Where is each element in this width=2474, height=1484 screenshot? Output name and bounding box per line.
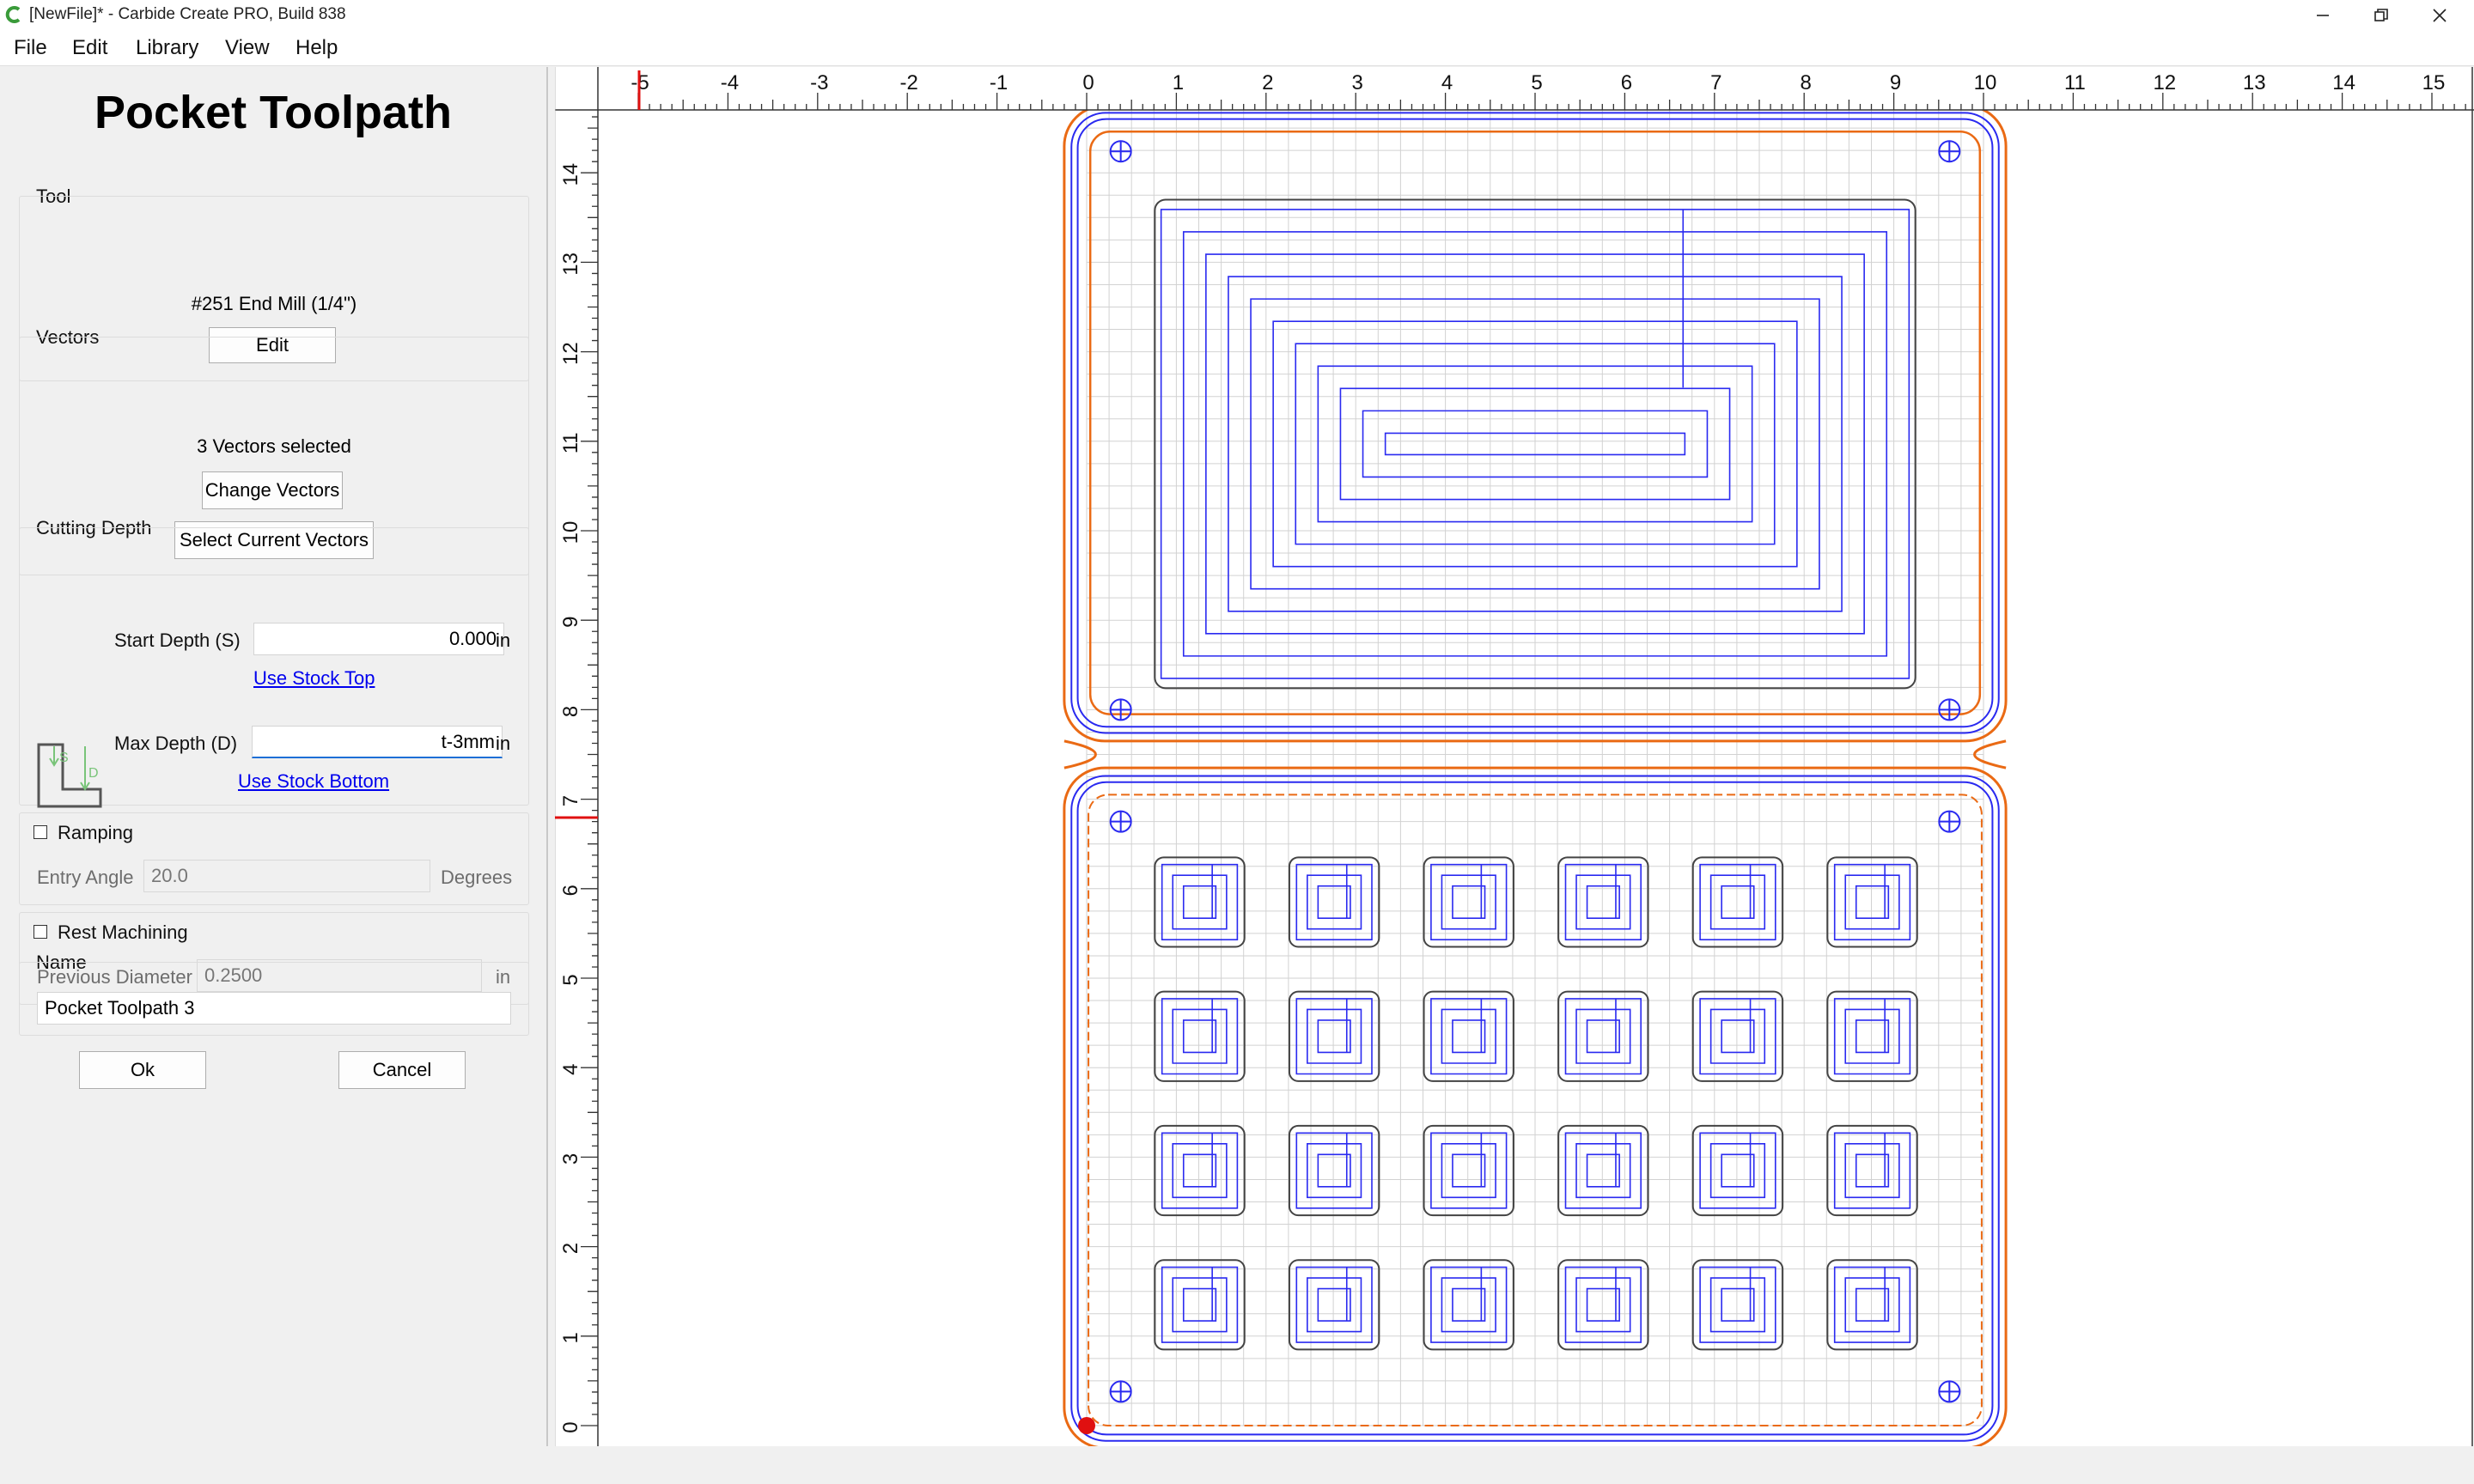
x-ruler-label: 12 [2153, 71, 2176, 94]
max-depth-unit: in [496, 733, 511, 754]
x-ruler-label: 13 [2243, 71, 2266, 94]
start-depth-input[interactable]: 0.000 [253, 623, 504, 655]
mount-hole-icon [1938, 140, 1961, 163]
y-ruler-label: 9 [559, 617, 582, 628]
x-ruler-label: 0 [1082, 71, 1094, 94]
y-ruler-label: 5 [559, 974, 582, 985]
restore-button[interactable] [2354, 0, 2409, 31]
top-ruler [555, 67, 2474, 110]
x-ruler-label: 4 [1441, 71, 1453, 94]
x-ruler-label: 7 [1710, 71, 1721, 94]
panel-title: Pocket Toolpath [94, 87, 453, 138]
y-ruler-label: 14 [559, 163, 582, 186]
vectors-status: 3 Vectors selected [197, 435, 351, 457]
rest-machining-checkbox[interactable] [34, 925, 47, 939]
y-ruler-label: 3 [559, 1153, 582, 1165]
y-ruler-label: 11 [559, 432, 582, 453]
max-depth-input[interactable]: t-3mm [252, 726, 503, 758]
mount-hole-icon [1109, 810, 1132, 833]
grid-lines [1086, 82, 1984, 1426]
x-ruler-label: 8 [1801, 71, 1812, 94]
entry-angle-input[interactable]: 20.0 [143, 860, 430, 892]
y-ruler-label: 7 [559, 795, 582, 806]
mount-hole-icon [1938, 698, 1961, 721]
use-stock-bottom-link[interactable]: Use Stock Bottom [238, 770, 389, 793]
toolpath-name-input[interactable]: Pocket Toolpath 3 [37, 992, 511, 1025]
use-stock-top-link[interactable]: Use Stock Top [253, 667, 375, 690]
x-ruler-label: -3 [810, 71, 828, 94]
max-depth-label: Max Depth (D) [114, 733, 238, 754]
ramping-checkbox[interactable] [34, 825, 47, 839]
ramping-group: Ramping Entry Angle 20.0 Degrees [19, 812, 529, 905]
tool-name: #251 End Mill (1/4") [191, 293, 357, 314]
mount-hole-icon [1109, 140, 1132, 163]
toolpath-preview[interactable]: -5-4-3-2-1012345678910111213141501234567… [554, 67, 2474, 1450]
change-vectors-button[interactable]: Change Vectors [202, 471, 343, 509]
x-ruler-label: 14 [2332, 71, 2355, 94]
x-ruler-label: -1 [990, 71, 1008, 94]
x-ruler-label: 9 [1890, 71, 1901, 94]
cutting-depth-group: Start Depth (S) 0.000 in Use Stock Top S… [19, 527, 529, 808]
name-group: Pocket Toolpath 3 [19, 962, 529, 1036]
status-strip [0, 1448, 2474, 1484]
ok-button[interactable]: Ok [79, 1051, 206, 1089]
menu-edit[interactable]: Edit [72, 36, 107, 60]
restore-icon [2374, 9, 2388, 21]
x-ruler-label: 3 [1352, 71, 1363, 94]
x-ruler-label: -2 [900, 71, 918, 94]
x-ruler-label: 11 [2064, 71, 2086, 94]
x-ruler-label: 1 [1173, 71, 1184, 94]
menu-bar: File Edit Library View Help [0, 31, 2474, 66]
y-ruler-label: 10 [559, 521, 582, 544]
y-ruler-label: 8 [559, 706, 582, 717]
mount-hole-icon [1938, 810, 1961, 833]
diagram-d-label: D [88, 766, 99, 781]
menu-help[interactable]: Help [296, 36, 338, 60]
origin-marker-icon [1078, 1417, 1095, 1434]
x-ruler-label: -4 [721, 71, 739, 94]
rest-machining-label[interactable]: Rest Machining [58, 921, 188, 944]
canvas-background [555, 67, 2474, 1446]
start-depth-unit: in [496, 629, 511, 651]
x-ruler-label: 5 [1531, 71, 1542, 94]
minimize-button[interactable] [2295, 0, 2350, 31]
cancel-button[interactable]: Cancel [338, 1051, 466, 1089]
close-button[interactable] [2412, 0, 2467, 31]
menu-file[interactable]: File [14, 36, 47, 60]
minimize-icon [2317, 15, 2329, 16]
y-ruler-label: 13 [559, 252, 582, 276]
mount-hole-icon [1938, 1380, 1961, 1403]
carbide-logo-icon [5, 6, 21, 23]
y-ruler-label: 2 [559, 1243, 582, 1254]
start-depth-label: Start Depth (S) [114, 629, 241, 651]
entry-angle-unit: Degrees [441, 867, 513, 888]
x-ruler-label: 10 [1974, 71, 1997, 94]
mount-hole-icon [1109, 1380, 1132, 1403]
close-icon [2433, 9, 2447, 22]
ramping-label[interactable]: Ramping [58, 822, 133, 844]
entry-angle-label: Entry Angle [37, 867, 134, 888]
menu-view[interactable]: View [225, 36, 270, 60]
window-title: [NewFile]* - Carbide Create PRO, Build 8… [29, 5, 346, 23]
y-ruler-label: 1 [559, 1332, 582, 1343]
y-ruler-label: 0 [559, 1421, 582, 1432]
diagram-s-label: S [59, 751, 69, 765]
x-ruler-label: 15 [2422, 71, 2446, 94]
title-bar: [NewFile]* - Carbide Create PRO, Build 8… [0, 0, 2474, 31]
x-ruler-label: 6 [1621, 71, 1632, 94]
x-ruler-label: 2 [1262, 71, 1273, 94]
depth-diagram-icon: S D [37, 743, 102, 808]
pocket-toolpath-panel: Pocket Toolpath Tool #251 End Mill (1/4"… [0, 67, 548, 1446]
menu-library[interactable]: Library [136, 36, 198, 60]
y-ruler-label: 6 [559, 885, 582, 896]
y-ruler-label: 4 [559, 1064, 582, 1075]
mount-hole-icon [1109, 698, 1132, 721]
y-ruler-label: 12 [559, 342, 582, 365]
design-canvas[interactable]: -5-4-3-2-1012345678910111213141501234567… [554, 67, 2474, 1450]
